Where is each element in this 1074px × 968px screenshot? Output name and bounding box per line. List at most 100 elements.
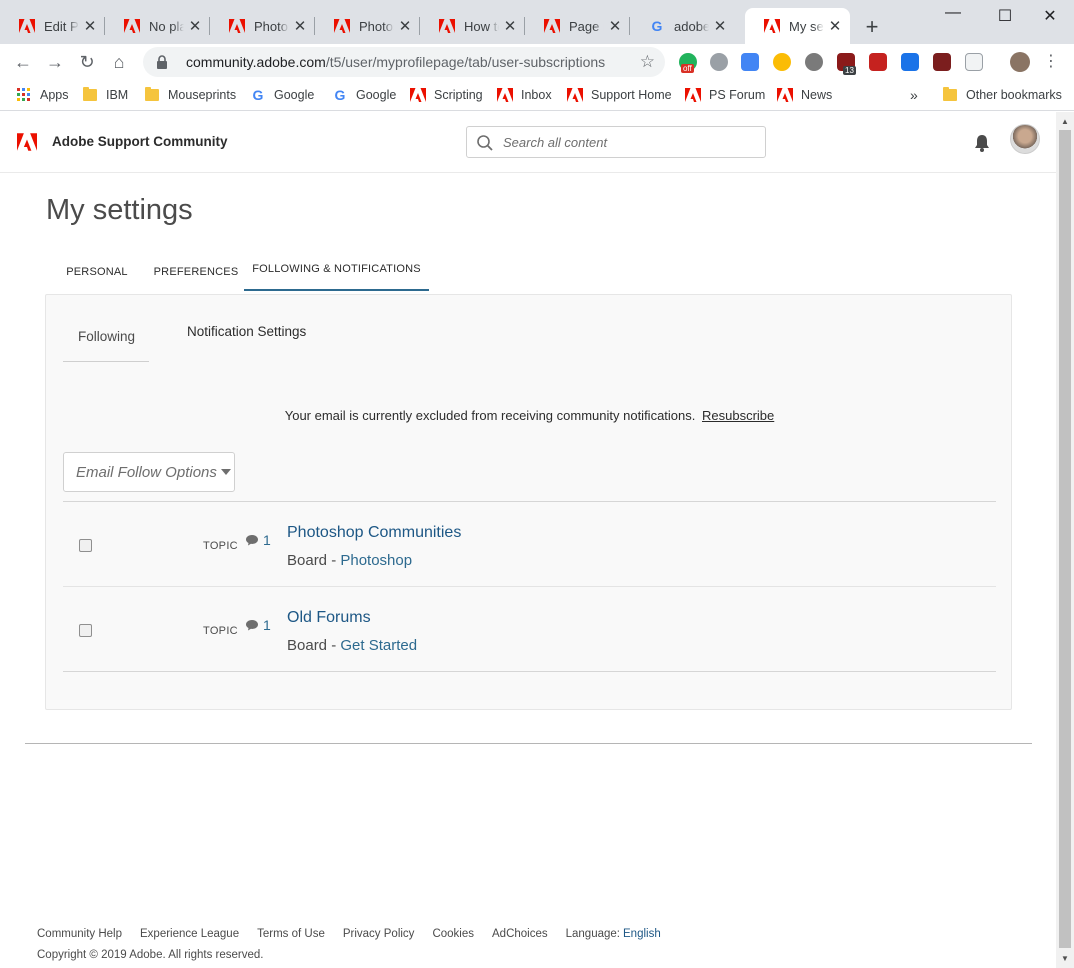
language-selector[interactable]: English <box>623 928 661 940</box>
list-item: TOPIC 1 Old Forums Board - Get Started <box>63 587 996 672</box>
user-avatar[interactable] <box>1010 124 1040 154</box>
bookmark-item[interactable]: Apps <box>16 85 69 105</box>
search-box[interactable] <box>466 126 766 158</box>
tab-following-notifications[interactable]: FOLLOWING & NOTIFICATIONS <box>244 253 429 291</box>
maximize-icon[interactable]: ☐ <box>995 6 1015 26</box>
adobe-icon <box>439 18 455 34</box>
browser-tab[interactable]: No place ✕ <box>105 8 210 44</box>
close-icon[interactable]: ✕ <box>293 17 307 35</box>
scroll-down-arrow-icon[interactable]: ▼ <box>1061 954 1069 963</box>
comment-bubble-icon <box>246 620 258 631</box>
adobe-icon <box>685 87 701 103</box>
close-icon[interactable]: ✕ <box>713 17 727 35</box>
footer-link-adchoices[interactable]: AdChoices <box>492 928 548 940</box>
dropdown-label: Email Follow Options <box>76 463 217 481</box>
row-checkbox[interactable] <box>79 539 92 552</box>
browser-tab[interactable]: Page not ✕ <box>525 8 630 44</box>
bookmark-item[interactable]: PS Forum <box>685 85 765 105</box>
browser-tab[interactable]: Photoshop ✕ <box>315 8 420 44</box>
bookmark-item[interactable]: G Google <box>332 85 397 105</box>
back-icon[interactable]: ← <box>10 49 36 75</box>
close-icon[interactable]: ✕ <box>83 17 97 35</box>
web-page: Adobe Support Community My settings PERS… <box>0 112 1056 968</box>
bookmark-item[interactable]: Support Home <box>567 85 672 105</box>
menu-dots-icon[interactable]: ⋮ <box>1038 49 1064 75</box>
adobe-icon <box>410 87 426 103</box>
bookmark-folder[interactable]: IBM <box>82 85 128 105</box>
row-checkbox[interactable] <box>79 624 92 637</box>
browser-tab[interactable]: Photoshop ✕ <box>210 8 315 44</box>
site-brand[interactable]: Adobe Support Community <box>52 134 228 149</box>
home-icon[interactable]: ⌂ <box>106 49 132 75</box>
bookmark-item[interactable]: News <box>777 85 832 105</box>
bookmark-label: News <box>801 88 833 102</box>
close-icon[interactable]: ✕ <box>398 17 412 35</box>
folder-icon <box>942 87 958 103</box>
item-title-link[interactable]: Old Forums <box>287 609 371 627</box>
extension-icon[interactable] <box>869 53 887 71</box>
resubscribe-link[interactable]: Resubscribe <box>702 408 774 423</box>
minimize-icon[interactable]: — <box>943 4 963 22</box>
footer-link-community-help[interactable]: Community Help <box>37 928 122 940</box>
reply-count[interactable]: 1 <box>245 617 271 633</box>
bookmark-star-icon[interactable]: ☆ <box>640 52 655 72</box>
reply-count[interactable]: 1 <box>245 532 271 548</box>
browser-tab[interactable]: G adobe c ✕ <box>630 8 735 44</box>
tab-title: My settings <box>789 18 824 34</box>
search-input[interactable] <box>503 134 753 150</box>
divider <box>63 671 996 672</box>
footer-link-terms[interactable]: Terms of Use <box>257 928 325 940</box>
close-icon[interactable]: ✕ <box>828 17 842 35</box>
extension-icon[interactable] <box>710 53 728 71</box>
subtab-notification-settings[interactable]: Notification Settings <box>187 324 306 339</box>
close-icon[interactable]: ✕ <box>608 17 622 35</box>
footer-link-cookies[interactable]: Cookies <box>432 928 474 940</box>
other-bookmarks-folder[interactable]: Other bookmarks <box>942 85 1062 105</box>
extension-icon[interactable] <box>965 53 983 71</box>
google-icon: G <box>252 87 264 103</box>
copyright: Copyright © 2019 Adobe. All rights reser… <box>37 949 264 961</box>
board-link[interactable]: Get Started <box>340 637 417 654</box>
bookmarks-overflow-button[interactable]: » <box>910 85 918 105</box>
extension-icon[interactable] <box>773 53 791 71</box>
notification-bell-icon[interactable] <box>974 134 990 152</box>
gear-extension-icon[interactable] <box>805 53 823 71</box>
footer-link-experience-league[interactable]: Experience League <box>140 928 239 940</box>
bookmark-item[interactable]: Scripting <box>410 85 483 105</box>
tab-title: No place <box>149 18 184 34</box>
tab-personal[interactable]: PERSONAL <box>46 253 148 291</box>
extension-badge: 13 <box>843 66 856 75</box>
footer-link-privacy[interactable]: Privacy Policy <box>343 928 415 940</box>
camera-extension-icon[interactable] <box>901 53 919 71</box>
bookmark-item[interactable]: G Google <box>250 85 315 105</box>
scrollbar-thumb[interactable] <box>1059 130 1071 948</box>
board-prefix: Board - <box>287 637 341 654</box>
address-bar[interactable]: community.adobe.com/t5/user/myprofilepag… <box>143 47 665 77</box>
adobe-logo-icon[interactable] <box>17 133 37 151</box>
subtab-following[interactable]: Following <box>78 329 135 344</box>
window-close-icon[interactable]: ✕ <box>1040 6 1060 26</box>
board-link[interactable]: Photoshop <box>340 552 412 569</box>
bookmark-folder[interactable]: Mouseprints <box>144 85 236 105</box>
adobe-icon <box>19 18 35 34</box>
browser-tab-active[interactable]: My settings ✕ <box>745 8 850 44</box>
scroll-up-arrow-icon[interactable]: ▲ <box>1061 117 1069 126</box>
close-icon[interactable]: ✕ <box>503 17 517 35</box>
email-follow-options-dropdown[interactable]: Email Follow Options <box>63 452 235 492</box>
new-tab-icon[interactable]: + <box>862 14 882 40</box>
forward-icon[interactable]: → <box>42 49 68 75</box>
browser-tab[interactable]: Edit Post ✕ <box>0 8 105 44</box>
bookmark-item[interactable]: Inbox <box>497 85 552 105</box>
page-scrollbar[interactable]: ▲ ▼ <box>1056 112 1074 968</box>
extension-icon[interactable] <box>933 53 951 71</box>
bookmarks-bar: Apps IBM Mouseprints G Google G Google S… <box>0 80 1074 111</box>
item-title-link[interactable]: Photoshop Communities <box>287 524 461 542</box>
close-icon[interactable]: ✕ <box>188 17 202 35</box>
apps-grid-icon <box>16 87 32 103</box>
tab-preferences[interactable]: PREFERENCES <box>148 253 244 291</box>
profile-avatar-icon[interactable] <box>1010 52 1030 72</box>
browser-tab[interactable]: How to ✕ <box>420 8 525 44</box>
translate-extension-icon[interactable] <box>741 53 759 71</box>
reload-icon[interactable]: ↻ <box>74 49 100 75</box>
search-icon <box>477 135 493 151</box>
